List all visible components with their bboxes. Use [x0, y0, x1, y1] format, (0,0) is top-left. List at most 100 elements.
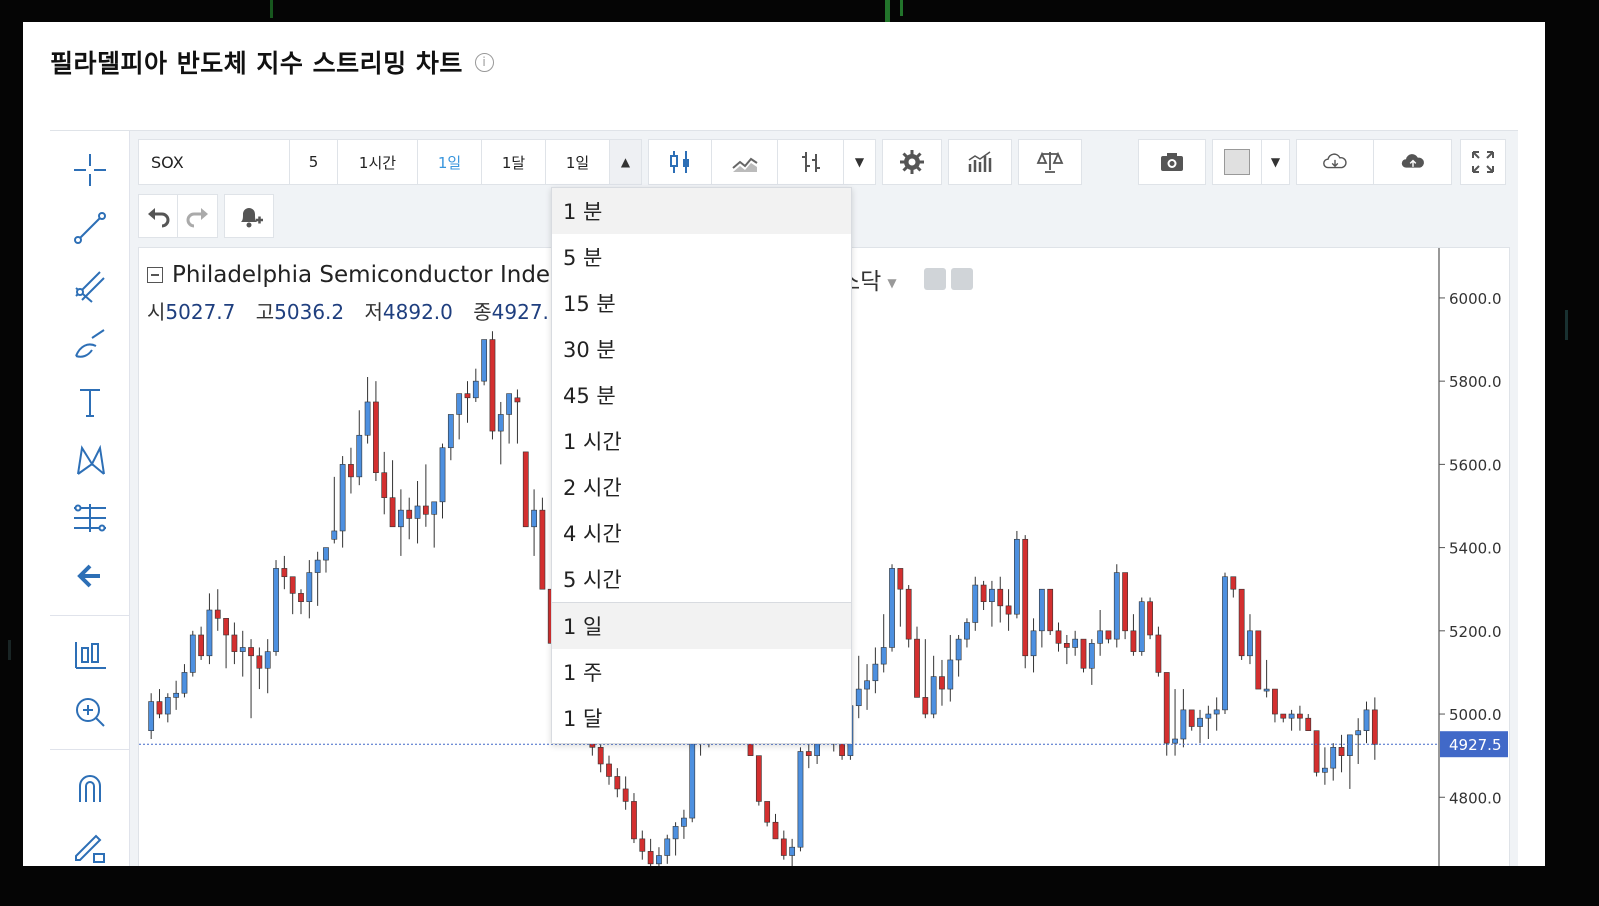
interval-option-5min[interactable]: 5 분 [552, 234, 851, 280]
ohlc-readout: 시5027.7 고5036.2 저4892.0 종4927. [147, 296, 563, 325]
magnet-icon[interactable] [64, 765, 116, 811]
candle-body [964, 622, 970, 640]
candle-body [1330, 747, 1337, 769]
price-tick-label: 5800.0 [1449, 373, 1502, 391]
interval-1h-button[interactable]: 1시간 [338, 139, 418, 185]
measure-icon[interactable] [64, 631, 116, 677]
candle-body [248, 647, 254, 657]
candle-body [373, 401, 379, 473]
candle-body [239, 647, 246, 652]
back-arrow-icon[interactable] [64, 553, 116, 599]
interval-option-1min[interactable]: 1 분 [552, 188, 851, 234]
candle-body [805, 751, 812, 756]
chevron-down-icon[interactable]: ▼ [887, 276, 896, 290]
candle-body [930, 676, 937, 715]
price-tick-label: 4800.0 [1449, 789, 1502, 807]
candle-body [422, 505, 429, 515]
interval-option-1mo[interactable]: 1 달 [552, 695, 851, 741]
fullscreen-icon[interactable] [1460, 139, 1506, 185]
brush-icon[interactable] [64, 321, 116, 367]
cloud-download-icon[interactable] [1296, 139, 1374, 185]
interval-option-5h[interactable]: 5 시간 [552, 556, 851, 602]
redo-icon[interactable] [178, 194, 218, 238]
interval-option-15min[interactable]: 15 분 [552, 280, 851, 326]
interval-option-30min[interactable]: 30 분 [552, 326, 851, 372]
series-settings-icon[interactable] [951, 268, 973, 290]
candle-body [439, 447, 446, 503]
candle-body [348, 464, 354, 478]
candle-body [1038, 588, 1045, 632]
candle-body [481, 339, 488, 382]
price-tick-label: 5200.0 [1449, 623, 1502, 641]
lock-drawing-icon[interactable] [64, 823, 116, 866]
text-icon[interactable] [64, 379, 116, 425]
candle-body [1363, 709, 1370, 731]
candle-body [864, 680, 870, 690]
interval-option-2h[interactable]: 2 시간 [552, 464, 851, 510]
interval-1d-button[interactable]: 1일 [418, 139, 482, 185]
undo-icon[interactable] [138, 194, 178, 238]
candle-body [264, 651, 271, 669]
collapse-icon[interactable] [147, 267, 163, 283]
pattern-icon[interactable] [64, 437, 116, 483]
interval-5-button[interactable]: 5 [290, 139, 338, 185]
cloud-upload-icon[interactable] [1374, 139, 1452, 185]
interval-caret-icon[interactable]: ▲ [610, 139, 642, 185]
interval-1m-button[interactable]: 1달 [482, 139, 546, 185]
candle-body [289, 576, 296, 594]
compare-scale-icon[interactable] [1018, 139, 1082, 185]
bar-chart-icon[interactable] [778, 139, 844, 185]
desktop-background: 필라델피아 반도체 지수 스트리밍 차트 i SOX 5 1시간 1일 1달 1… [0, 0, 1599, 906]
candle-body [1080, 638, 1087, 669]
info-icon[interactable]: i [474, 52, 494, 72]
candle-body [1297, 713, 1303, 719]
candle-body [764, 801, 771, 823]
pitchfork-icon[interactable] [64, 263, 116, 309]
candle-body [855, 688, 862, 707]
candle-body [1122, 572, 1128, 632]
eye-icon[interactable] [924, 268, 946, 290]
legend-series-name: Philadelphia Semiconductor Inde [172, 262, 551, 288]
crosshair-icon[interactable] [64, 147, 116, 193]
candle-body [1263, 688, 1270, 692]
interval-option-4h[interactable]: 4 시간 [552, 510, 851, 556]
line-chart-icon[interactable] [712, 139, 778, 185]
candle-body [522, 451, 529, 528]
candle-body [1338, 747, 1345, 756]
interval-option-1h[interactable]: 1 시간 [552, 418, 851, 464]
interval-selector[interactable]: 1일 [546, 139, 610, 185]
candle-body [1322, 767, 1328, 773]
interval-option-1w[interactable]: 1 주 [552, 649, 851, 695]
candle-body [1280, 713, 1287, 719]
candle-body [897, 568, 904, 590]
candle-body [497, 414, 504, 432]
chevron-down-icon[interactable]: ▼ [844, 139, 876, 185]
candle-body [1130, 630, 1137, 652]
gear-icon[interactable] [882, 139, 942, 185]
candle-body [689, 742, 696, 819]
candle-body [1113, 572, 1120, 640]
add-alert-icon[interactable] [224, 194, 274, 238]
indicators-icon[interactable] [948, 139, 1012, 185]
interval-option-45min[interactable]: 45 분 [552, 372, 851, 418]
fib-icon[interactable] [64, 495, 116, 541]
candle-body [514, 397, 521, 403]
candle-body [1247, 630, 1253, 657]
candle-body [880, 647, 887, 665]
chart-toolbar: SOX 5 1시간 1일 1달 1일 ▲ ▼ ▼ [138, 139, 1512, 185]
symbol-input[interactable]: SOX [138, 139, 290, 185]
candles-icon[interactable] [648, 139, 712, 185]
camera-icon[interactable] [1138, 139, 1206, 185]
interval-dropdown[interactable]: 1 분 5 분 15 분 30 분 45 분 1 시간 2 시간 4 시간 5 … [551, 187, 852, 744]
candle-body [1072, 638, 1079, 648]
candle-body [356, 434, 363, 478]
candle-body [447, 414, 454, 449]
candle-body [1255, 630, 1262, 690]
history-toolbar [138, 194, 280, 238]
interval-option-1d[interactable]: 1 일 [552, 603, 851, 649]
color-chevron-icon[interactable]: ▼ [1262, 139, 1290, 185]
trend-line-icon[interactable] [64, 205, 116, 251]
color-swatch-icon[interactable] [1212, 139, 1262, 185]
zoom-in-icon[interactable] [64, 689, 116, 735]
candle-body [1138, 601, 1145, 652]
